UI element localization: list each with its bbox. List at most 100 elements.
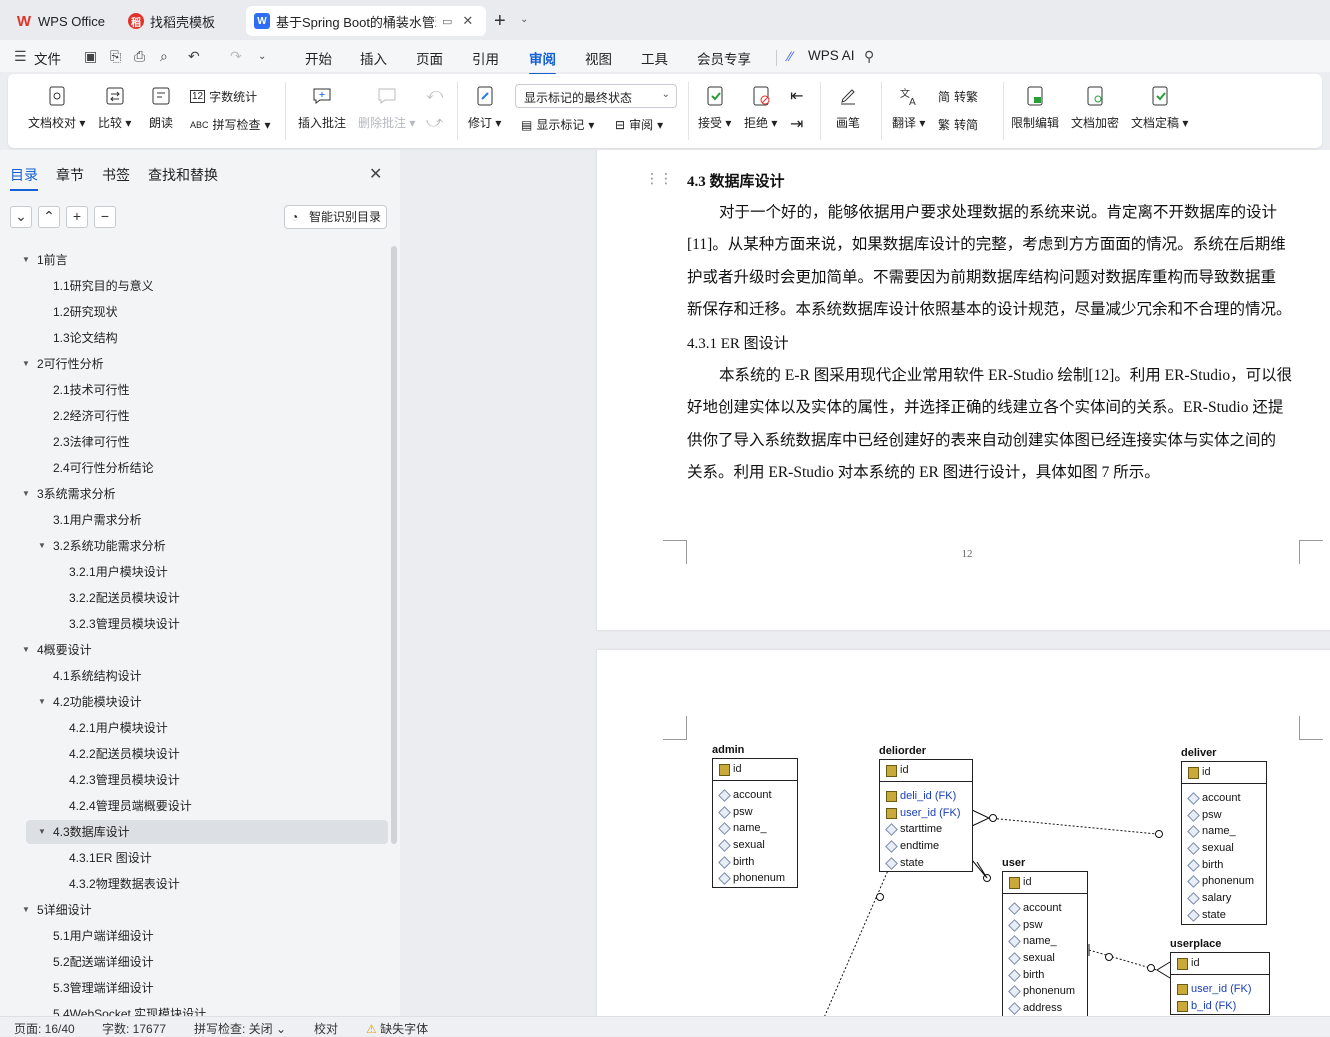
toc-item[interactable]: ▼ 1前言 [0,248,390,272]
nav-scrollbar[interactable] [391,246,397,844]
reject-button[interactable]: 拒绝 ▾ [744,74,777,131]
accept-button[interactable]: 接受 ▾ [698,74,731,131]
collapse-up-button[interactable]: ⌃ [38,206,60,228]
expand-caret-icon[interactable]: ▼ [38,820,46,844]
chevron-down-icon[interactable]: ⌄ [520,14,528,25]
encrypt-button[interactable]: 文档加密 [1071,74,1119,131]
read-aloud-button[interactable]: 朗读 [149,74,173,131]
menu-insert[interactable]: 插入 [360,48,387,68]
menu-view[interactable]: 视图 [585,48,612,68]
screen-icon[interactable]: ▭ [442,15,452,28]
show-markup-button[interactable]: ▤ 显示标记 ▾ [521,116,594,133]
toc-item[interactable]: 1.2研究现状 [0,300,390,324]
smart-toc-button[interactable]: ◔ 智能识别目录 [284,205,387,229]
toc-item[interactable]: 4.2.4管理员端概要设计 [0,794,390,818]
redo-icon[interactable]: ↷ [230,48,242,65]
spell-check-button[interactable]: ABC 拼写检查 ▾ [190,116,271,133]
menu-home[interactable]: 开始 [305,48,332,68]
toc-item[interactable]: 3.2.3管理员模块设计 [0,612,390,636]
hamburger-icon[interactable]: ☰ [14,48,27,65]
previous-change-icon[interactable]: ⇤ [790,86,803,106]
delete-comment-button[interactable]: 删除批注 ▾ [358,74,415,131]
doc-check-button[interactable]: 文档校对 ▾ [28,74,85,131]
toc-item[interactable]: 1.1研究目的与意义 [0,274,390,298]
finalize-button[interactable]: 文档定稿 ▾ [1131,74,1188,131]
tab-current-document[interactable]: W 基于Spring Boot的桶装水管理 ▭ ✕ [246,6,486,36]
undo-icon[interactable]: ↶ [188,48,200,65]
expand-caret-icon[interactable]: ▼ [22,482,30,506]
menu-review[interactable]: 审阅 [529,48,556,75]
toc-item[interactable]: 5.1用户端详细设计 [0,924,390,948]
share-icon[interactable]: ⎘ [110,48,121,65]
save-icon[interactable]: ▣ [84,48,97,65]
nav-tab-toc[interactable]: 目录 [10,165,38,191]
toc-item[interactable]: 2.3法律可行性 [0,430,390,454]
menu-wps-ai[interactable]: WPS AI [808,48,855,63]
toc-item[interactable]: 4.1系统结构设计 [0,664,390,688]
compare-button[interactable]: 比较 ▾ [98,74,131,131]
expand-all-button[interactable]: + [66,206,88,228]
pen-button[interactable]: 画笔 [836,74,860,131]
previous-comment-icon[interactable]: ⤺ [426,86,443,104]
toc-item[interactable]: ▼ 4.2功能模块设计 [0,690,390,714]
toc-item[interactable]: 4.2.2配送员模块设计 [0,742,390,766]
missing-font-status[interactable]: ⚠ 缺失字体 [366,1020,428,1037]
document-page[interactable]: admin id account psw name_ sexual birth phonenu… [597,650,1330,1016]
tab-wps-office[interactable]: W WPS Office [8,6,114,36]
collapse-down-button[interactable]: ⌄ [10,206,32,228]
toc-item[interactable]: ▼ 4概要设计 [0,638,390,662]
next-comment-icon[interactable]: ⤻ [426,114,443,132]
toc-item[interactable]: ▼ 5详细设计 [0,898,390,922]
toc-item[interactable]: 4.2.3管理员模块设计 [0,768,390,792]
expand-caret-icon[interactable]: ▼ [22,352,30,376]
toc-item[interactable]: 2.1技术可行性 [0,378,390,402]
expand-caret-icon[interactable]: ▼ [38,534,46,558]
expand-caret-icon[interactable]: ▼ [38,690,46,714]
page-indicator[interactable]: 页面: 16/40 [14,1020,75,1037]
tab-docer-templates[interactable]: 稻 找稻壳模板 [120,6,240,36]
markup-state-select[interactable]: 显示标记的最终状态 ⌄ [515,84,677,108]
proofread-status[interactable]: 校对 [314,1020,338,1037]
toc-item[interactable]: 4.3.1ER 图设计 [0,846,390,870]
toc-item[interactable]: ▼ 4.3数据库设计 [26,820,388,844]
print-preview-icon[interactable]: ⌕ [160,48,168,65]
toc-item[interactable]: 4.2.1用户模块设计 [0,716,390,740]
expand-caret-icon[interactable]: ▼ [22,898,30,922]
toc-item[interactable]: ▼ 3系统需求分析 [0,482,390,506]
toc-item[interactable]: ▼ 2可行性分析 [0,352,390,376]
toc-item[interactable]: 5.4WebSocket 实现模块设计 [0,1002,390,1016]
drag-handle-icon[interactable]: ⋮⋮ [645,170,673,187]
close-icon[interactable]: ✕ [462,13,473,29]
next-change-icon[interactable]: ⇥ [790,114,803,134]
nav-tab-find-replace[interactable]: 查找和替换 [148,165,218,185]
collapse-all-button[interactable]: − [94,206,116,228]
toc-item[interactable]: 5.3管理端详细设计 [0,976,390,1000]
add-tab-icon[interactable]: + [494,10,506,33]
menu-page[interactable]: 页面 [416,48,443,68]
nav-tab-chapters[interactable]: 章节 [56,165,84,185]
search-icon[interactable]: ⚲ [864,48,874,65]
chevron-down-icon[interactable]: ⌄ [258,51,266,62]
toc-item[interactable]: 4.3.2物理数据表设计 [0,872,390,896]
nav-tab-bookmarks[interactable]: 书签 [102,165,130,185]
word-count[interactable]: 字数: 17677 [102,1020,166,1037]
toc-item[interactable]: 3.2.2配送员模块设计 [0,586,390,610]
toc-item[interactable]: 5.2配送端详细设计 [0,950,390,974]
to-simplified-button[interactable]: 繁 转简 [938,116,978,133]
spell-check-status[interactable]: 拼写检查: 关闭 ⌄ [194,1020,286,1037]
expand-caret-icon[interactable]: ▼ [22,638,30,662]
toc-item[interactable]: 3.1用户需求分析 [0,508,390,532]
word-count-button[interactable]: 12 字数统计 [190,88,257,105]
restrict-edit-button[interactable]: 限制编辑 [1011,74,1059,131]
toc-item[interactable]: 2.4可行性分析结论 [0,456,390,480]
insert-comment-button[interactable]: 插入批注 [298,74,346,131]
translate-button[interactable]: 文A 翻译 ▾ [892,74,925,131]
expand-caret-icon[interactable]: ▼ [22,248,30,272]
revise-button[interactable]: 修订 ▾ [468,74,501,131]
document-page[interactable]: ⋮⋮ 4.3 数据库设计 对于一个好的，能够依据用户要求处理数据的系统来说。肯定… [597,150,1330,630]
toc-item[interactable]: 3.2.1用户模块设计 [0,560,390,584]
toc-item[interactable]: ▼ 3.2系统功能需求分析 [0,534,390,558]
review-pane-button[interactable]: ⊟ 审阅 ▾ [615,116,663,133]
close-icon[interactable]: ✕ [369,164,382,184]
toc-item[interactable]: 2.2经济可行性 [0,404,390,428]
